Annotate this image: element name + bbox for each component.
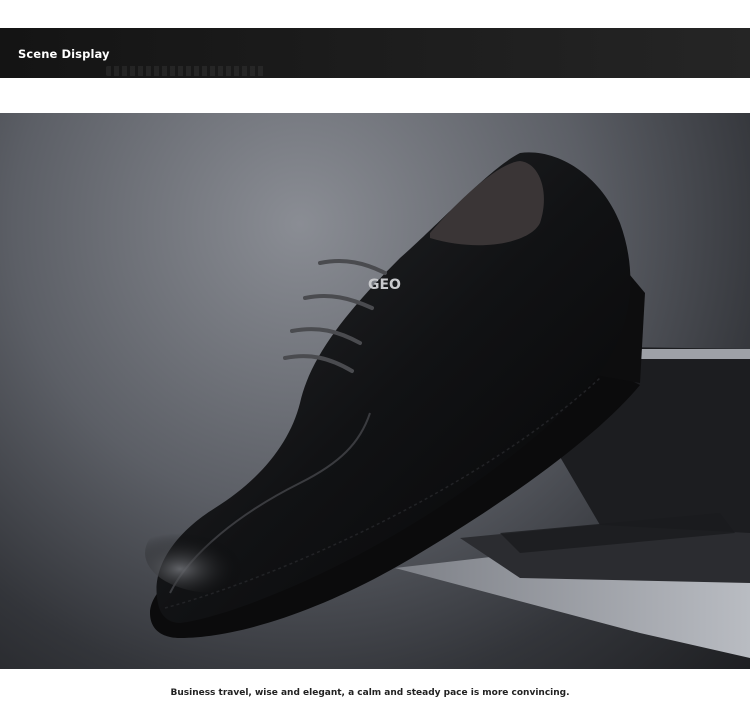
product-scene-image: GEO	[0, 113, 750, 669]
section-title: Scene Display	[18, 47, 110, 61]
brand-logo: GEO	[368, 277, 401, 293]
caption-text: Business travel, wise and elegant, a cal…	[170, 688, 570, 698]
section-header: Scene Display	[0, 28, 750, 78]
header-watermark	[106, 66, 266, 76]
shoe-illustration: GEO	[145, 152, 750, 658]
